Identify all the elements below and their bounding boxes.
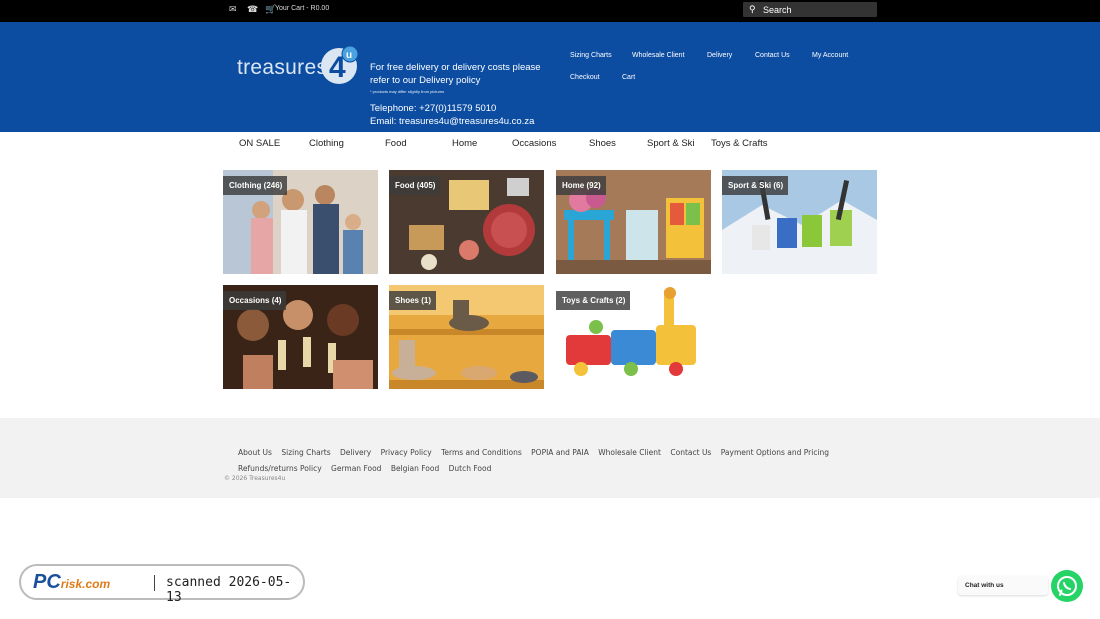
divider bbox=[154, 575, 155, 591]
footer-link-contact-us[interactable]: Contact Us bbox=[670, 448, 711, 457]
cat-shoes[interactable]: Shoes bbox=[589, 138, 616, 149]
search-input[interactable]: ⚲ Search bbox=[743, 2, 877, 17]
tile-label: Food (405) bbox=[389, 176, 441, 195]
cat-clothing[interactable]: Clothing bbox=[309, 138, 344, 149]
footer-link-belgian-food[interactable]: Belgian Food bbox=[391, 464, 439, 473]
footer-link-about-us[interactable]: About Us bbox=[238, 448, 272, 457]
category-tile-shoes[interactable]: Shoes (1) bbox=[389, 285, 544, 389]
footer-link-delivery[interactable]: Delivery bbox=[340, 448, 371, 457]
category-tile-occasions[interactable]: Occasions (4) bbox=[223, 285, 378, 389]
tile-label: Clothing (246) bbox=[223, 176, 288, 195]
pcrisk-logo: PCrisk.com bbox=[33, 571, 111, 593]
nav-contact-us[interactable]: Contact Us bbox=[755, 52, 790, 59]
footer-link-sizing-charts[interactable]: Sizing Charts bbox=[281, 448, 330, 457]
phone-icon[interactable]: ☎ bbox=[247, 5, 258, 14]
category-tile-toys-crafts[interactable]: Toys & Crafts (2) bbox=[556, 285, 711, 389]
search-icon: ⚲ bbox=[749, 4, 756, 14]
disclaimer: * products may differ slightly from pict… bbox=[370, 89, 445, 94]
nav-checkout[interactable]: Checkout bbox=[570, 74, 600, 81]
nav-delivery[interactable]: Delivery bbox=[707, 52, 732, 59]
logo-text: treasures bbox=[237, 56, 328, 79]
footer-link-dutch-food[interactable]: Dutch Food bbox=[449, 464, 492, 473]
site-header: treasures 4 u For free delivery or deliv… bbox=[0, 22, 1100, 132]
category-tile-home[interactable]: Home (92) bbox=[556, 170, 711, 274]
tile-label: Occasions (4) bbox=[223, 291, 287, 310]
category-tile-clothing[interactable]: Clothing (246) bbox=[223, 170, 378, 274]
delivery-promo: For free delivery or delivery costs plea… bbox=[370, 61, 550, 96]
cart-link[interactable]: Your Cart - R0.00 bbox=[275, 5, 329, 12]
site-footer: About Us Sizing Charts Delivery Privacy … bbox=[0, 418, 1100, 498]
tile-label: Shoes (1) bbox=[389, 291, 437, 310]
search-placeholder: Search bbox=[763, 5, 792, 15]
cat-on-sale[interactable]: ON SALE bbox=[239, 138, 280, 149]
copyright: © 2026 Treasures4u bbox=[224, 475, 286, 482]
footer-link-terms[interactable]: Terms and Conditions bbox=[441, 448, 522, 457]
footer-link-payment-options[interactable]: Payment Options and Pricing bbox=[721, 448, 829, 457]
footer-link-privacy-policy[interactable]: Privacy Policy bbox=[381, 448, 432, 457]
tile-label: Sport & Ski (6) bbox=[722, 176, 789, 195]
logo-4u-icon: 4 u bbox=[321, 46, 359, 84]
nav-my-account[interactable]: My Account bbox=[812, 52, 848, 59]
category-tile-sport-ski[interactable]: Sport & Ski (6) bbox=[722, 170, 877, 274]
nav-sizing-charts[interactable]: Sizing Charts bbox=[570, 52, 612, 59]
tile-label: Toys & Crafts (2) bbox=[556, 291, 631, 310]
scan-date: scanned 2026-05-13 bbox=[166, 575, 292, 605]
whatsapp-icon[interactable] bbox=[1051, 570, 1083, 602]
cat-toys-crafts[interactable]: Toys & Crafts bbox=[711, 138, 768, 149]
cat-occasions[interactable]: Occasions bbox=[512, 138, 556, 149]
nav-cart[interactable]: Cart bbox=[622, 74, 635, 81]
contact-info: Telephone: +27(0)11579 5010 Email: treas… bbox=[370, 102, 534, 128]
footer-link-refunds[interactable]: Refunds/returns Policy bbox=[238, 464, 322, 473]
promo-text[interactable]: For free delivery or delivery costs plea… bbox=[370, 62, 541, 86]
footer-link-german-food[interactable]: German Food bbox=[331, 464, 381, 473]
cart-icon[interactable]: 🛒 bbox=[265, 5, 276, 14]
email[interactable]: Email: treasures4u@treasures4u.co.za bbox=[370, 115, 534, 128]
footer-links: About Us Sizing Charts Delivery Privacy … bbox=[238, 445, 858, 477]
envelope-icon[interactable]: ✉ bbox=[229, 5, 238, 14]
footer-link-wholesale-client[interactable]: Wholesale Client bbox=[598, 448, 661, 457]
nav-wholesale-client[interactable]: Wholesale Client bbox=[632, 52, 685, 59]
cat-food[interactable]: Food bbox=[385, 138, 407, 149]
category-tile-food[interactable]: Food (405) bbox=[389, 170, 544, 274]
pcrisk-watermark: PCrisk.com scanned 2026-05-13 bbox=[19, 564, 305, 605]
top-bar: ✉ ☎ 🛒 Your Cart - R0.00 ⚲ Search bbox=[0, 0, 1100, 22]
footer-link-popia-paia[interactable]: POPIA and PAIA bbox=[531, 448, 589, 457]
svg-text:u: u bbox=[346, 50, 352, 61]
chat-label[interactable]: Chat with us bbox=[958, 576, 1048, 595]
tile-label: Home (92) bbox=[556, 176, 606, 195]
category-nav: ON SALE Clothing Food Home Occasions Sho… bbox=[0, 132, 1100, 156]
telephone: Telephone: +27(0)11579 5010 bbox=[370, 103, 497, 114]
cat-sport-ski[interactable]: Sport & Ski bbox=[647, 138, 695, 149]
cat-home[interactable]: Home bbox=[452, 138, 477, 149]
